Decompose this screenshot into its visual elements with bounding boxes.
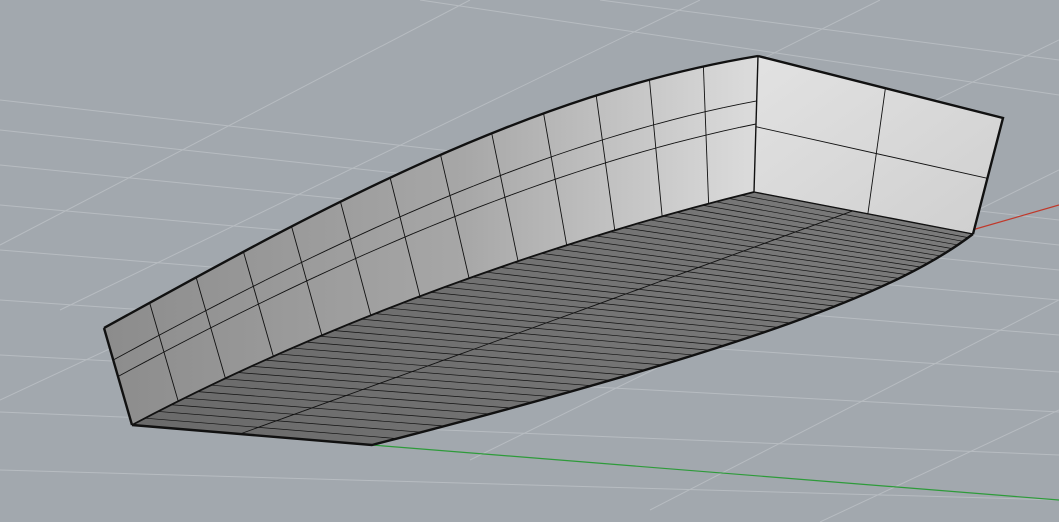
perspective-viewport-canvas[interactable] bbox=[0, 0, 1059, 522]
3d-viewport[interactable] bbox=[0, 0, 1059, 522]
